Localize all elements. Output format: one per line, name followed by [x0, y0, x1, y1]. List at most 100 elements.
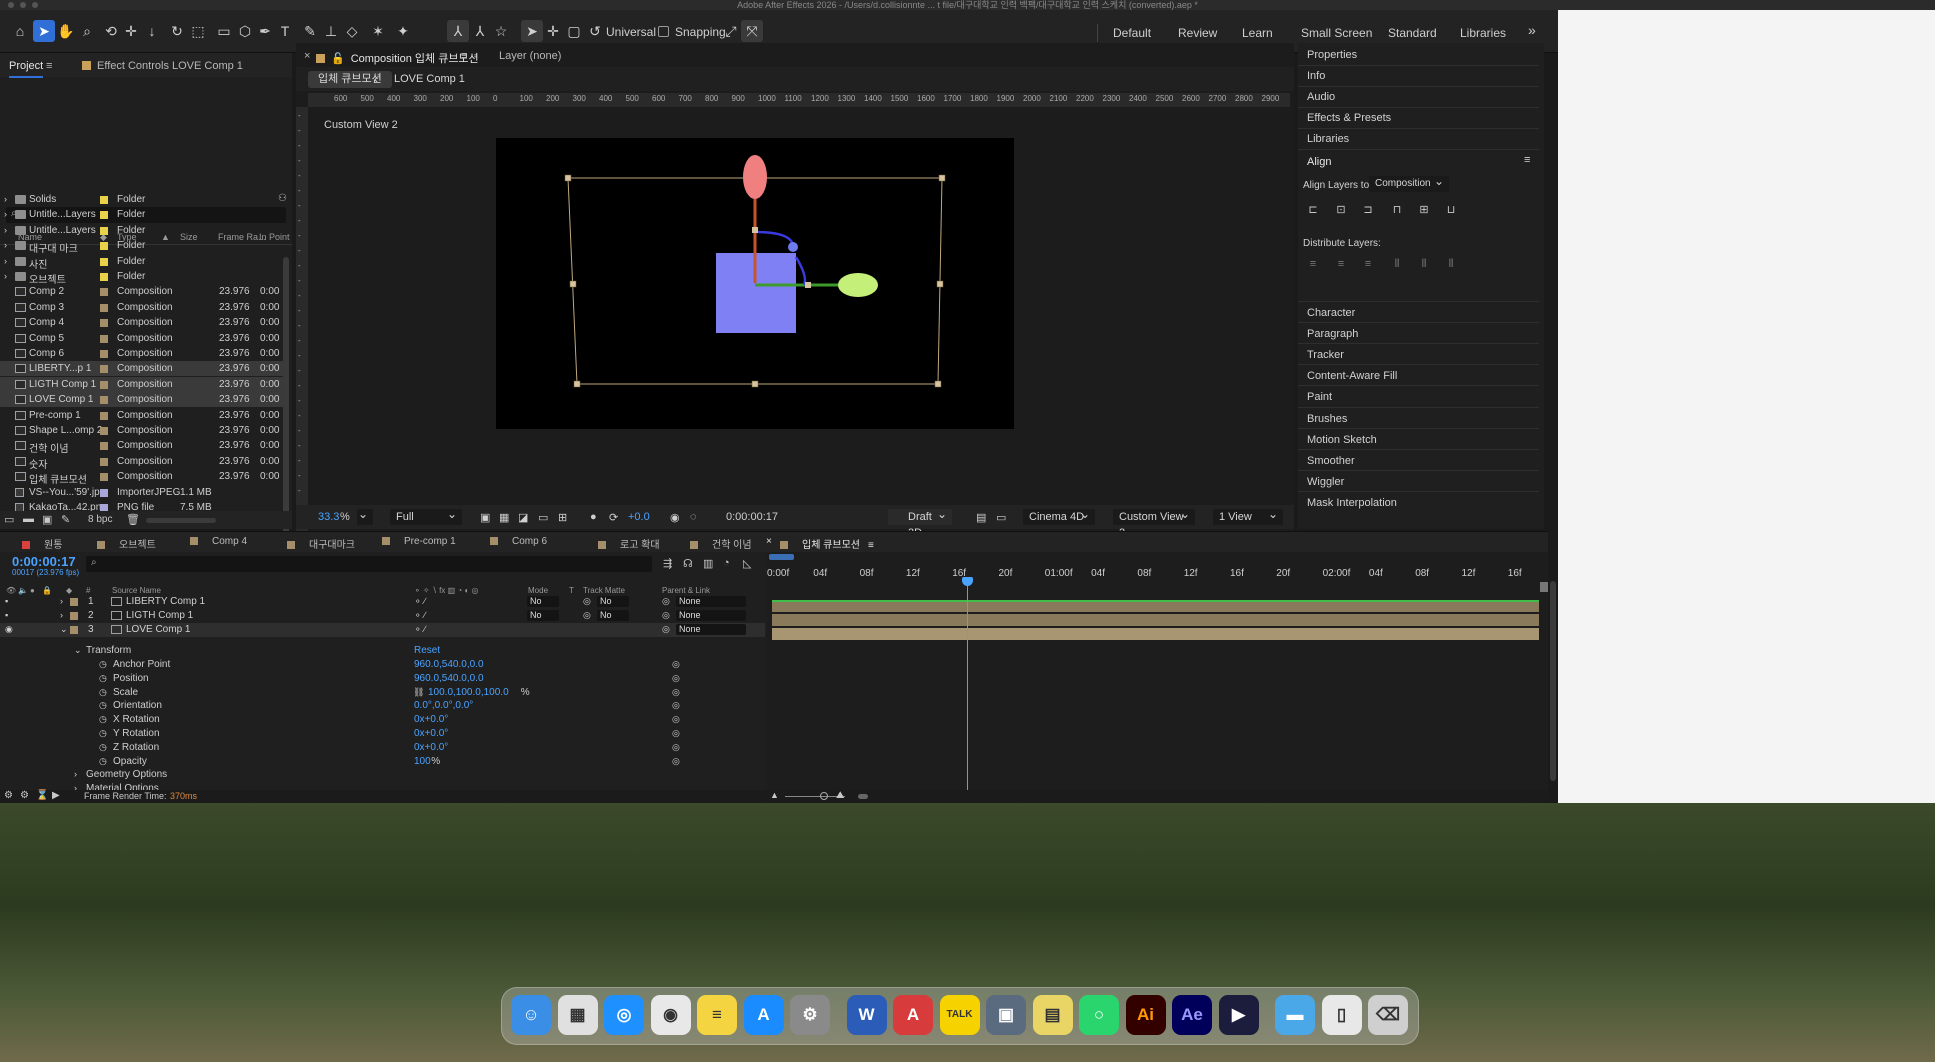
- timeline-search-input[interactable]: ⌕: [86, 556, 652, 572]
- expression-pickwhip-icon[interactable]: ◎: [672, 714, 680, 725]
- snap-options-icon[interactable]: ⤢: [720, 20, 742, 42]
- project-thumbnail-slider[interactable]: [146, 518, 216, 523]
- illustrator-app-icon[interactable]: Ai: [1125, 995, 1166, 1035]
- lock-icon[interactable]: 🔓: [331, 53, 345, 65]
- timeline-layer-row[interactable]: ▪ › 2 LIGTH Comp 1 ⚬ ∕ No ◎ No ◎ None: [0, 609, 765, 623]
- project-item[interactable]: › 사진 Folder: [0, 254, 285, 271]
- project-item[interactable]: LIBERTY...p 1 Composition 23.976 0:00: [0, 361, 285, 377]
- timeline-graph-area[interactable]: 0:00f 04f 08f 12f 16f 20f 01:00f 04f 08f 12f 16f 20…: [767, 552, 1554, 804]
- trash-app-icon[interactable]: ⌫: [1368, 995, 1408, 1035]
- toggle-stretch-icon[interactable]: ▶: [52, 790, 60, 801]
- layer-track-matte-dropdown[interactable]: No: [597, 610, 629, 621]
- layer-label-swatch[interactable]: [70, 612, 78, 620]
- vertical-ruler[interactable]: -----------------------------: [296, 107, 308, 547]
- frame-blending-icon[interactable]: ▥: [703, 557, 713, 570]
- app-store-app-icon[interactable]: A: [743, 995, 784, 1035]
- layer-visibility-icon[interactable]: ▪: [5, 596, 8, 606]
- distribute-right-icon[interactable]: ⦀: [1445, 258, 1457, 270]
- stickies-app-icon[interactable]: ▤: [1032, 995, 1073, 1035]
- timeline-menu-icon[interactable]: ≡: [868, 540, 874, 551]
- timeline-tab[interactable]: 건학 이념: [690, 536, 752, 551]
- scale-3d-icon[interactable]: ▢: [563, 20, 585, 42]
- label-color-swatch[interactable]: [100, 196, 108, 204]
- toggle-render-time-icon[interactable]: ⌛: [36, 790, 48, 801]
- panel-wiggler[interactable]: Wiggler: [1307, 476, 1344, 488]
- panel-menu-icon[interactable]: ≡: [46, 60, 52, 72]
- documents-app-icon[interactable]: ▯: [1321, 995, 1362, 1035]
- distribute-hcenter-icon[interactable]: ⦀: [1418, 258, 1430, 270]
- flowchart-icon[interactable]: ⚇: [278, 193, 287, 204]
- safari-app-icon[interactable]: ◎: [604, 995, 644, 1035]
- move-3d-icon[interactable]: ✛: [542, 20, 564, 42]
- panel-libraries[interactable]: Libraries: [1307, 133, 1349, 145]
- parent-pickwhip-icon[interactable]: ◎: [662, 624, 670, 635]
- layer-mode-dropdown[interactable]: No: [527, 596, 559, 607]
- shy-layers-icon[interactable]: ☊: [683, 557, 693, 570]
- naver-whale-app-icon[interactable]: ○: [1079, 995, 1119, 1035]
- comp-canvas-area[interactable]: Custom View 2: [308, 107, 1294, 547]
- label-color-swatch[interactable]: [100, 427, 108, 435]
- playhead-line[interactable]: [967, 582, 968, 804]
- renderer-dropdown[interactable]: Cinema 4D: [1023, 506, 1095, 525]
- layer-bar-2[interactable]: [772, 614, 1539, 626]
- timeline-tab[interactable]: Pre-comp 1: [382, 536, 456, 547]
- comp-3d-overlay[interactable]: [308, 107, 1294, 547]
- property-value[interactable]: 0.0°,0.0°,0.0°: [414, 700, 473, 711]
- layer-label-swatch[interactable]: [70, 626, 78, 634]
- transform-property-row[interactable]: ◷ Orientation 0.0°,0.0°,0.0° ◎: [0, 699, 765, 713]
- bbox-handle[interactable]: [936, 280, 944, 288]
- zoom-tool-icon[interactable]: ⌕: [76, 20, 98, 42]
- scroll-thumb[interactable]: [1550, 581, 1556, 781]
- label-color-swatch[interactable]: [100, 334, 108, 343]
- extended-viewer-icon[interactable]: ▤: [976, 511, 986, 524]
- layer-bar-3[interactable]: [772, 628, 1539, 640]
- expand-transform-icon[interactable]: ⌄: [74, 645, 82, 656]
- workspace-learn[interactable]: Learn: [1242, 26, 1273, 40]
- layer-track-matte-dropdown[interactable]: No: [597, 596, 629, 607]
- expand-folder-icon[interactable]: ›: [4, 194, 7, 204]
- select-3d-icon[interactable]: ➤: [521, 20, 543, 42]
- project-item[interactable]: › 오브젝트 Folder: [0, 269, 285, 286]
- selection-tool-icon[interactable]: ➤: [33, 20, 55, 42]
- label-color-swatch[interactable]: [100, 242, 108, 251]
- panel-brushes[interactable]: Brushes: [1307, 413, 1347, 425]
- panel-smoother[interactable]: Smoother: [1307, 455, 1355, 467]
- snapping-toggle[interactable]: Snapping: [658, 25, 726, 39]
- rotation-tool-icon[interactable]: ↻: [166, 20, 188, 42]
- bbox-handle[interactable]: [569, 280, 577, 288]
- layer-label-swatch[interactable]: [70, 598, 78, 606]
- pan-behind-icon[interactable]: ⬚: [187, 20, 209, 42]
- property-value[interactable]: 0x+0.0°: [414, 728, 448, 739]
- project-item[interactable]: Comp 6 Composition 23.976 0:00: [0, 346, 285, 361]
- expression-pickwhip-icon[interactable]: ◎: [672, 756, 680, 767]
- layer-name[interactable]: LOVE Comp 1: [126, 624, 190, 635]
- property-value[interactable]: 100.0,100.0,100.0: [428, 687, 509, 698]
- clone-stamp-icon[interactable]: ⊥: [320, 20, 342, 42]
- reset-exposure-icon[interactable]: ⟳: [609, 511, 618, 524]
- kakaotalk-app-icon[interactable]: TALK: [939, 995, 980, 1035]
- anchor-handle[interactable]: [752, 227, 758, 233]
- snapshot-icon[interactable]: ◉: [670, 511, 680, 524]
- preview-app-icon[interactable]: ▣: [986, 995, 1026, 1035]
- motion-blur-icon[interactable]: ◔: [723, 557, 730, 569]
- property-group-row[interactable]: › Geometry Options: [0, 768, 765, 782]
- timeline-scroll-thumb[interactable]: [858, 794, 868, 799]
- resolution-dropdown[interactable]: Full: [390, 506, 462, 525]
- view-axis-icon[interactable]: ☆: [490, 20, 512, 42]
- align-menu-icon[interactable]: ≡: [1524, 154, 1530, 166]
- launchpad-app-icon[interactable]: ▦: [557, 995, 598, 1035]
- zoom-in-icon[interactable]: ⛰: [836, 790, 844, 801]
- project-item[interactable]: LIGTH Comp 1 Composition 23.976 0:00: [0, 376, 285, 392]
- layer-switches[interactable]: ⚬ ∕: [414, 596, 426, 607]
- zoom-dropdown[interactable]: [357, 506, 373, 525]
- label-color-swatch[interactable]: [100, 350, 108, 358]
- label-color-swatch[interactable]: [100, 396, 108, 405]
- project-scrollbar[interactable]: [283, 257, 289, 542]
- stopwatch-icon[interactable]: ◷: [99, 700, 107, 711]
- timeline-tab[interactable]: 원통: [22, 536, 62, 551]
- layer-parent-dropdown[interactable]: None: [676, 610, 746, 621]
- graph-editor-icon[interactable]: ◺: [743, 557, 751, 570]
- comp-flowchart-icon[interactable]: ⇶: [663, 557, 672, 570]
- track-matte-pickwhip-icon[interactable]: ◎: [583, 596, 591, 607]
- project-item[interactable]: › 대구대 마크 Folder: [0, 238, 285, 255]
